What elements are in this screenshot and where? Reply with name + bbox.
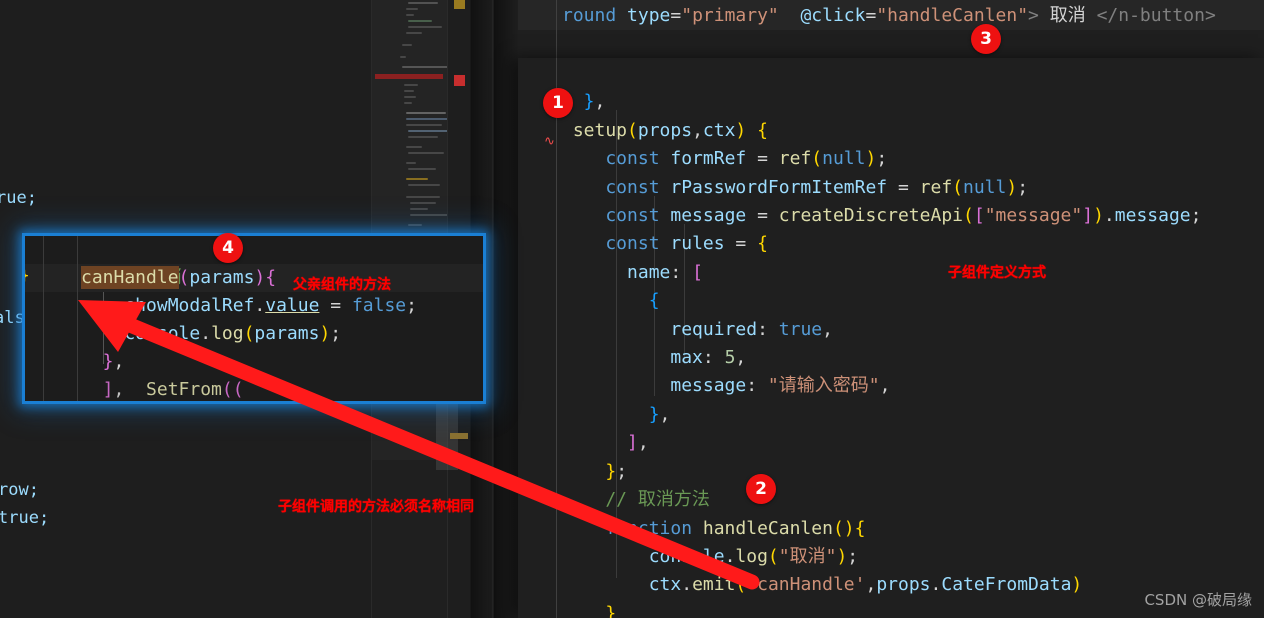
main-editor-pane[interactable]: ∿ }, setup(props,ctx) { const formRef = … [518,58,1264,618]
bg-code-fragment-4: true; [0,508,50,528]
bg-code-fragment-1: rue; [0,188,37,208]
annotation-parent-method: 父亲组件的方法 [293,277,391,293]
popup-code-line-partial: ], SetFrom(( [81,379,244,400]
step-badge-1: 1 [543,88,573,118]
step-badge-3: 3 [971,24,1001,54]
screenshot-root: rue; als row; true; [0,0,1264,618]
annotation-child-definition: 子组件定义方式 [948,265,1046,281]
peek-definition-popup[interactable]: // 取消 canHandle(params){ showModalRef.va… [22,233,486,404]
editor-top-line-strip[interactable]: round type="primary" @click="handleCanle… [518,0,1264,58]
popup-code-line-close: }, [81,351,125,372]
annotation-must-same-name: 子组件调用的方法必须名称相同 [278,499,474,515]
popup-left-edge-token: } [25,262,30,290]
csdn-watermark: CSDN @破局缘 [1144,591,1252,609]
step-badge-4: 4 [213,233,243,263]
bg-code-fragment-2: als [0,308,25,328]
bg-code-fragment-3: row; [0,480,39,500]
fold-guide-top [556,0,557,58]
fold-guide-main [556,58,557,618]
error-squiggle: ∿ [544,134,555,149]
popup-code-line-canhandle: canHandle(params){ [81,266,277,289]
step-badge-2: 2 [746,474,776,504]
main-code-block: }, setup(props,ctx) { const formRef = re… [562,91,1202,618]
top-code-line: round type="primary" @click="handleCanle… [562,5,1216,26]
popup-code-line-showmodal: showModalRef.value = false; [81,295,417,316]
popup-code-line-console: console.log(params); [81,323,342,344]
